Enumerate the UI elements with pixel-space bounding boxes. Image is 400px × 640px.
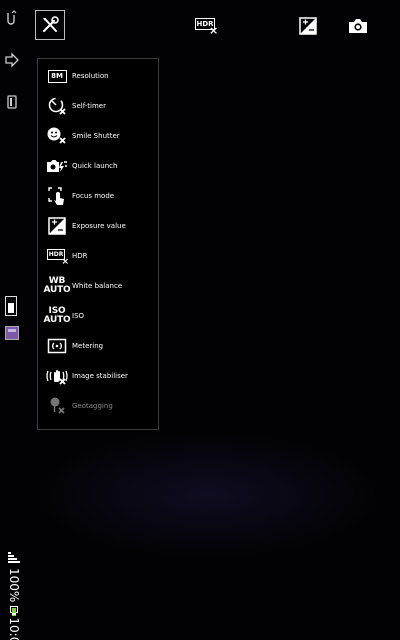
menu-label: Exposure value [72, 222, 126, 230]
menu-item-exposure-value[interactable]: Exposure value [38, 211, 158, 241]
menu-item-metering[interactable]: Metering [38, 331, 158, 361]
battery-percent: 100% [7, 568, 21, 603]
metering-icon [44, 335, 70, 357]
hdr-toggle-button[interactable]: HDR × [192, 12, 220, 40]
menu-label: Focus mode [72, 192, 115, 200]
menu-label: White balance [72, 282, 123, 290]
tools-icon [42, 16, 59, 33]
settings-button[interactable] [35, 10, 65, 40]
menu-label: Image stabiliser [72, 372, 128, 380]
iso-icon: ISO AUTO [43, 306, 71, 325]
exposure-button[interactable] [294, 12, 322, 40]
navigation-bar: 10:00 100% [0, 0, 26, 640]
menu-item-geotagging[interactable]: Geotagging [38, 391, 158, 421]
menu-label: Smile Shutter [72, 132, 120, 140]
menu-item-iso[interactable]: ISO AUTO ISO [38, 301, 158, 331]
gallery-thumbnail[interactable] [5, 326, 19, 340]
menu-item-hdr[interactable]: HDR × HDR [38, 241, 158, 271]
smile-shutter-icon [44, 125, 70, 147]
camera-icon [349, 19, 367, 33]
viewfinder [30, 430, 385, 560]
menu-item-quick-launch[interactable]: Quick launch [38, 151, 158, 181]
menu-label: ISO [72, 312, 85, 320]
white-balance-icon: WB AUTO [43, 276, 71, 295]
image-stabiliser-icon [44, 365, 70, 387]
focus-mode-icon [44, 185, 70, 207]
menu-label: Quick launch [72, 162, 118, 170]
self-timer-icon [44, 95, 70, 117]
menu-label: Metering [72, 342, 104, 350]
menu-item-smile-shutter[interactable]: Smile Shutter [38, 121, 158, 151]
settings-menu: 8M Resolution Self-timer Smile Shutter Q… [37, 58, 159, 430]
exposure-icon [299, 17, 317, 35]
menu-label: Resolution [72, 72, 109, 80]
battery-icon [10, 606, 18, 614]
signal-icon [8, 552, 20, 564]
camera-mode-button[interactable] [344, 12, 372, 40]
menu-label: Geotagging [72, 402, 113, 410]
mode-thumbnail-icon[interactable] [5, 296, 17, 316]
home-icon[interactable] [4, 52, 20, 68]
exposure-value-icon [44, 215, 70, 237]
menu-item-image-stabiliser[interactable]: Image stabiliser [38, 361, 158, 391]
menu-item-focus-mode[interactable]: Focus mode [38, 181, 158, 211]
hdr-icon: HDR × [47, 249, 69, 267]
status-time: 10:00 [7, 617, 21, 640]
menu-label: HDR [72, 252, 88, 260]
quick-launch-icon [44, 155, 70, 177]
camera-toolbar: HDR × [0, 10, 400, 40]
status-bar: 10:00 100% [0, 540, 26, 640]
menu-item-white-balance[interactable]: WB AUTO White balance [38, 271, 158, 301]
geotagging-icon [44, 395, 70, 417]
camera-screen: 10:00 100% HDR × 8M Resolution Self-time… [0, 0, 400, 640]
menu-label: Self-timer [72, 102, 106, 110]
hdr-off-icon: HDR × [195, 18, 219, 37]
menu-item-self-timer[interactable]: Self-timer [38, 91, 158, 121]
resolution-icon: 8M [44, 65, 70, 87]
menu-item-resolution[interactable]: 8M Resolution [38, 61, 158, 91]
back-icon[interactable] [4, 94, 20, 110]
